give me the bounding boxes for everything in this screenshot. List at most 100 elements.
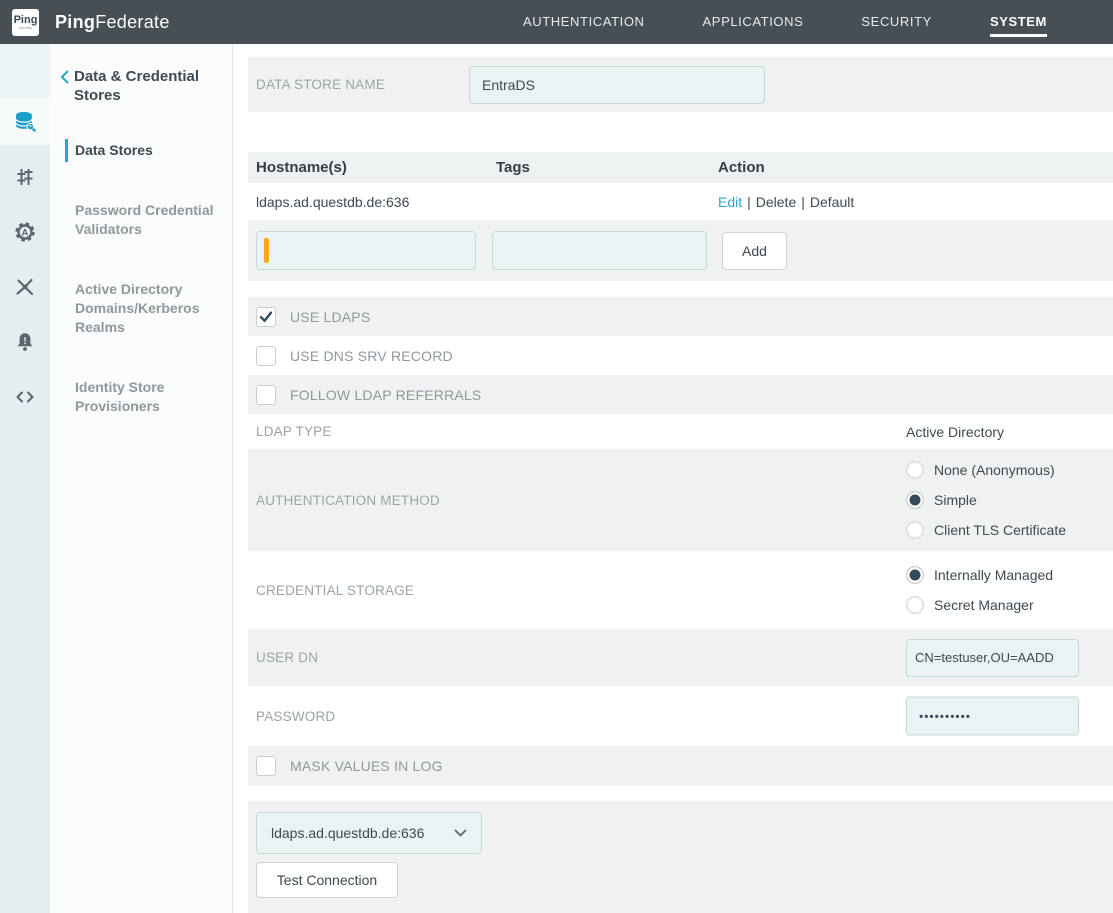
mask-values-label: MASK VALUES IN LOG	[290, 758, 443, 774]
radio-option-client-tls-certificate[interactable]: Client TLS Certificate	[906, 515, 1066, 545]
radio-option-internally-managed[interactable]: Internally Managed	[906, 560, 1053, 590]
rail-item-alerts[interactable]	[0, 318, 50, 365]
rail-item-api[interactable]	[0, 373, 50, 420]
ldap-type-row: LDAP TYPE Active Directory	[248, 414, 1113, 449]
sidebar-item-data-stores[interactable]: Data Stores	[50, 139, 232, 162]
rail-item-cluster[interactable]	[0, 263, 50, 310]
radio-label: Simple	[934, 492, 977, 508]
logo-subtext: Identity	[19, 26, 32, 30]
app-title-light: Federate	[95, 12, 169, 32]
rail-item-server-settings[interactable]: A	[0, 208, 50, 255]
use-ldaps-checkbox[interactable]	[256, 307, 276, 327]
edit-link[interactable]: Edit	[718, 194, 742, 210]
use-dns-srv-checkbox[interactable]	[256, 346, 276, 366]
chevron-down-icon	[454, 829, 467, 837]
data-store-name-row: DATA STORE NAME	[248, 57, 1113, 112]
radio-icon-selected[interactable]	[906, 566, 924, 584]
sidebar-list: Data Stores Password Credential Validato…	[50, 139, 232, 418]
app-title-bold: Ping	[55, 12, 95, 32]
action-separator: |	[747, 194, 751, 210]
credential-storage-label: CREDENTIAL STORAGE	[256, 583, 469, 598]
use-dns-srv-label: USE DNS SRV RECORD	[290, 348, 453, 364]
delete-link[interactable]: Delete	[756, 194, 796, 210]
new-hostname-input[interactable]	[256, 231, 476, 270]
nav-system[interactable]: SYSTEM	[990, 8, 1047, 37]
radio-icon-selected[interactable]	[906, 491, 924, 509]
ping-identity-logo: Ping Identity	[12, 9, 39, 36]
top-navigation: AUTHENTICATION APPLICATIONS SECURITY SYS…	[523, 8, 1113, 37]
radio-option-simple[interactable]: Simple	[906, 485, 1066, 515]
follow-ldap-referrals-row: FOLLOW LDAP REFERRALS	[248, 375, 1113, 414]
rail-item-settings[interactable]	[0, 153, 50, 200]
code-brackets-icon	[13, 385, 37, 409]
follow-ldap-referrals-label: FOLLOW LDAP REFERRALS	[290, 387, 481, 403]
authentication-method-row: AUTHENTICATION METHOD None (Anonymous) S…	[248, 449, 1113, 551]
table-row: ldaps.ad.questdb.de:636 Edit | Delete | Defa…	[248, 183, 1113, 220]
col-tags: Tags	[496, 159, 718, 176]
credential-storage-options: Internally Managed Secret Manager	[906, 560, 1053, 620]
user-dn-label: USER DN	[256, 650, 469, 665]
app-title: PingFederate	[55, 12, 170, 33]
hostname-cell: ldaps.ad.questdb.de:636	[256, 194, 496, 210]
user-dn-input[interactable]	[906, 639, 1079, 677]
actions-cell: Edit | Delete | Default	[718, 194, 1113, 210]
add-hostname-row: Add	[248, 220, 1113, 281]
icon-rail: A	[0, 44, 50, 913]
radio-label: Client TLS Certificate	[934, 522, 1066, 538]
top-bar: Ping Identity PingFederate AUTHENTICATIO…	[0, 0, 1113, 44]
test-connection-button[interactable]: Test Connection	[256, 862, 398, 898]
password-input[interactable]	[906, 697, 1079, 736]
authentication-method-options: None (Anonymous) Simple Client TLS Certi…	[906, 455, 1066, 545]
sidebar-item-ad-domains-kerberos[interactable]: Active Directory Domains/Kerberos Realms	[50, 278, 232, 339]
data-store-name-input[interactable]	[469, 66, 765, 104]
cluster-nodes-icon	[13, 275, 37, 299]
mask-values-row: MASK VALUES IN LOG	[248, 746, 1113, 786]
sidebar: Data & Credential Stores Data Stores Pas…	[50, 44, 233, 913]
dropdown-selected-value: ldaps.ad.questdb.de:636	[271, 825, 424, 841]
back-chevron-icon	[60, 70, 69, 105]
add-button[interactable]: Add	[722, 232, 787, 270]
ldap-type-value: Active Directory	[906, 424, 1004, 440]
icon-rail-top-spacer	[0, 44, 50, 98]
follow-ldap-referrals-checkbox[interactable]	[256, 385, 276, 405]
radio-icon[interactable]	[906, 596, 924, 614]
use-ldaps-row: USE LDAPS	[248, 297, 1113, 336]
col-action: Action	[718, 159, 1113, 176]
hostname-select-dropdown[interactable]: ldaps.ad.questdb.de:636	[256, 812, 482, 854]
logo-text: Ping	[14, 15, 38, 26]
mask-values-checkbox[interactable]	[256, 756, 276, 776]
checkmark-icon	[258, 309, 274, 325]
radio-icon[interactable]	[906, 461, 924, 479]
new-tags-input[interactable]	[492, 231, 707, 270]
database-key-icon	[12, 109, 38, 135]
text-cursor-indicator	[264, 238, 269, 263]
nav-applications[interactable]: APPLICATIONS	[703, 8, 804, 37]
test-connection-section: ldaps.ad.questdb.de:636 Test Connection	[248, 801, 1113, 913]
hosts-table-header: Hostname(s) Tags Action	[248, 152, 1113, 183]
main-content: DATA STORE NAME Hostname(s) Tags Action …	[233, 44, 1113, 913]
ldap-type-label: LDAP TYPE	[256, 424, 469, 439]
sidebar-item-password-credential-validators[interactable]: Password Credential Validators	[50, 199, 232, 241]
user-dn-row: USER DN	[248, 629, 1113, 686]
nav-authentication[interactable]: AUTHENTICATION	[523, 8, 645, 37]
use-dns-srv-row: USE DNS SRV RECORD	[248, 336, 1113, 375]
radio-label: Secret Manager	[934, 597, 1034, 613]
radio-option-secret-manager[interactable]: Secret Manager	[906, 590, 1053, 620]
sidebar-item-identity-store-provisioners[interactable]: Identity Store Provisioners	[50, 376, 232, 418]
default-link[interactable]: Default	[810, 194, 854, 210]
svg-text:A: A	[22, 227, 29, 237]
authentication-method-label: AUTHENTICATION METHOD	[256, 493, 469, 508]
password-label: PASSWORD	[256, 709, 469, 724]
sliders-icon	[13, 165, 37, 189]
sidebar-header[interactable]: Data & Credential Stores	[50, 67, 232, 105]
rail-item-data-stores[interactable]	[0, 98, 50, 145]
col-hostnames: Hostname(s)	[256, 159, 496, 176]
radio-icon[interactable]	[906, 521, 924, 539]
use-ldaps-label: USE LDAPS	[290, 309, 370, 325]
radio-option-none-anonymous[interactable]: None (Anonymous)	[906, 455, 1066, 485]
credential-storage-row: CREDENTIAL STORAGE Internally Managed Se…	[248, 551, 1113, 629]
radio-label: None (Anonymous)	[934, 462, 1055, 478]
radio-label: Internally Managed	[934, 567, 1053, 583]
action-separator: |	[801, 194, 805, 210]
nav-security[interactable]: SECURITY	[861, 8, 932, 37]
